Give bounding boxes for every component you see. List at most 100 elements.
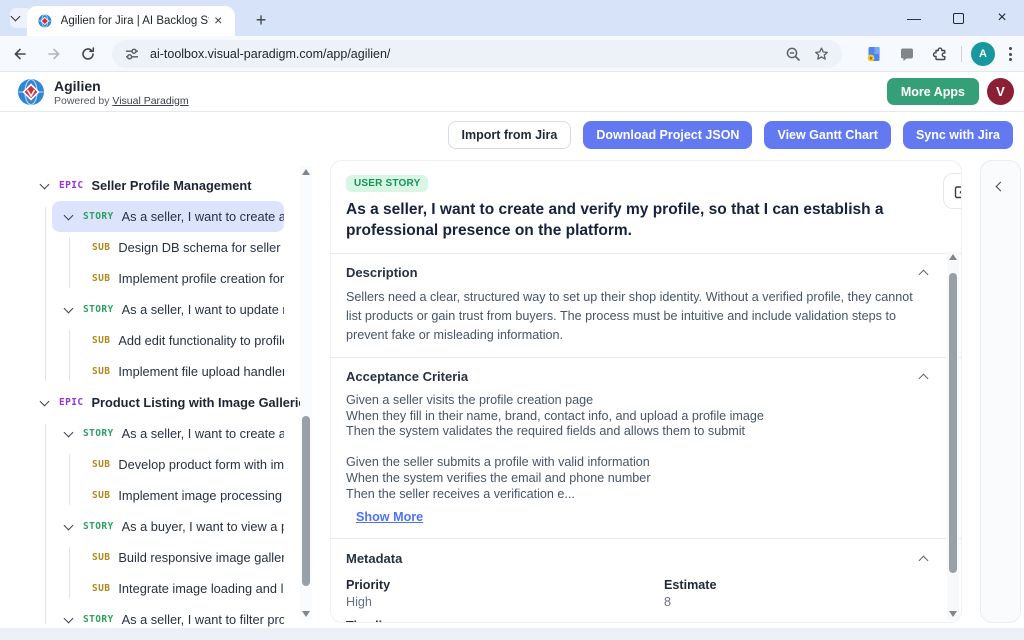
window-minimize-button[interactable]: — <box>892 0 936 36</box>
reload-button[interactable] <box>74 40 102 68</box>
chevron-down-icon[interactable] <box>64 210 74 220</box>
collapsed-side-panel[interactable] <box>980 160 1021 623</box>
browser-tab[interactable]: Agilien for Jira | AI Backlog Stru × <box>27 6 235 36</box>
tree-item-sub[interactable]: SUB Build responsive image gallery co... <box>52 542 284 573</box>
tree-item-story[interactable]: STORYAs a seller, I want to filter produ… <box>52 604 284 628</box>
tab-close-icon[interactable]: × <box>209 12 227 30</box>
edit-pencil-icon <box>953 183 963 200</box>
acceptance-line: When the system verifies the email and p… <box>346 471 927 487</box>
address-bar[interactable]: ai-toolbox.visual-paradigm.com/app/agili… <box>112 40 842 68</box>
new-tab-button[interactable]: + <box>248 7 274 33</box>
download-project-json-button[interactable]: Download Project JSON <box>583 121 752 149</box>
chevron-down-icon[interactable] <box>64 427 74 437</box>
description-body: Sellers need a clear, structured way to … <box>346 288 927 345</box>
acceptance-lines: Given a seller visits the profile creati… <box>346 393 927 502</box>
tree-item-sub[interactable]: SUBImplement profile creation form ... <box>52 263 284 294</box>
tree-item-epic[interactable]: EPIC Product Listing with Image Galleries <box>20 387 312 418</box>
tree-item-sub[interactable]: SUBDesign DB schema for seller pro... <box>52 232 284 263</box>
bookmark-star-icon[interactable] <box>810 43 832 65</box>
tree-item-sub[interactable]: SUBAdd edit functionality to profile ... <box>52 325 284 356</box>
priority-value: High <box>346 595 664 609</box>
story-type-badge: STORY <box>83 521 114 532</box>
scrollbar-thumb[interactable] <box>302 416 310 586</box>
browser-window: Agilien for Jira | AI Backlog Stru × + —… <box>0 0 1024 640</box>
scroll-down-icon[interactable] <box>949 611 957 617</box>
url-text[interactable]: ai-toolbox.visual-paradigm.com/app/agili… <box>150 47 776 61</box>
story-type-badge: STORY <box>83 304 114 315</box>
tree-item-sub[interactable]: SUBDevelop product form with imag... <box>52 449 284 480</box>
powered-by-prefix: Powered by <box>54 95 112 107</box>
tree-item-label: Implement image processing pip... <box>118 488 284 503</box>
collapse-metadata-icon[interactable] <box>919 556 929 566</box>
extensions-puzzle-icon[interactable] <box>927 41 953 67</box>
detail-scrollbar[interactable] <box>947 251 959 620</box>
visual-paradigm-link[interactable]: Visual Paradigm <box>112 95 188 107</box>
tree-scrollbar[interactable] <box>300 166 312 620</box>
sync-with-jira-button[interactable]: Sync with Jira <box>903 121 1013 149</box>
tree-item-label: Develop product form with imag... <box>118 457 284 472</box>
priority-label: Priority <box>346 578 664 592</box>
browser-profile-avatar[interactable]: A <box>971 42 995 66</box>
story-type-badge: STORY <box>83 211 114 222</box>
tree-item-sub[interactable]: SUBImplement image processing pip... <box>52 480 284 511</box>
tree-item-label: As a buyer, I want to view a pro... <box>122 519 284 534</box>
tree-item-sub[interactable]: SUBImplement file upload handler fo... <box>52 356 284 387</box>
show-more-link[interactable]: Show More <box>356 510 423 524</box>
user-avatar[interactable]: V <box>987 78 1014 105</box>
sub-type-badge: SUB <box>92 335 110 346</box>
collapse-acceptance-icon[interactable] <box>919 374 929 384</box>
chevron-down-icon[interactable] <box>64 303 74 313</box>
tree-item-label: As a seller, I want to create a pr... <box>122 426 284 441</box>
toolbar-divider <box>961 46 962 62</box>
acceptance-line: Then the seller receives a verification … <box>346 487 927 503</box>
window-close-button[interactable]: × <box>980 0 1024 36</box>
gray-extension-icon[interactable] <box>894 41 920 67</box>
view-gantt-chart-button[interactable]: View Gantt Chart <box>764 121 890 149</box>
scroll-up-icon[interactable] <box>949 254 957 260</box>
tree-item-label: Seller Profile Management <box>91 178 251 193</box>
epic-type-badge: EPIC <box>59 180 83 191</box>
forward-button[interactable] <box>40 40 68 68</box>
window-maximize-button[interactable] <box>936 0 980 36</box>
chevron-down-icon[interactable] <box>40 396 50 406</box>
indent-guide <box>45 424 46 624</box>
browser-menu-icon[interactable] <box>1005 43 1016 65</box>
story-type-badge: STORY <box>83 428 114 439</box>
edit-button[interactable] <box>943 173 962 209</box>
tree-item-story[interactable]: STORY As a buyer, I want to view a pro... <box>52 511 284 542</box>
scroll-up-icon[interactable] <box>302 169 310 175</box>
browser-navbar: ai-toolbox.visual-paradigm.com/app/agili… <box>0 36 1024 72</box>
site-settings-icon[interactable] <box>124 46 140 62</box>
sub-type-badge: SUB <box>92 583 110 594</box>
visual-paradigm-logo <box>16 77 46 107</box>
password-manager-extension-icon[interactable]: ★ <box>861 41 887 67</box>
zoom-out-icon[interactable] <box>782 43 804 65</box>
back-button[interactable] <box>6 40 34 68</box>
tree-item-story[interactable]: STORY As a seller, I want to create a pr.… <box>52 418 284 449</box>
scroll-down-icon[interactable] <box>302 611 310 617</box>
user-story-badge: USER STORY <box>346 175 428 192</box>
chevron-left-icon <box>996 182 1006 192</box>
tree-item-sub[interactable]: SUBIntegrate image loading and lazy... <box>52 573 284 604</box>
sub-type-badge: SUB <box>92 552 110 563</box>
tree-item-label: Build responsive image gallery co... <box>118 550 284 565</box>
chevron-down-icon[interactable] <box>64 520 74 530</box>
more-apps-button[interactable]: More Apps <box>887 78 979 105</box>
description-heading: Description <box>346 265 418 280</box>
import-from-jira-button[interactable]: Import from Jira <box>448 121 572 149</box>
tree-item-epic[interactable]: EPIC Seller Profile Management <box>20 170 312 201</box>
acceptance-criteria-heading: Acceptance Criteria <box>346 369 468 384</box>
tree-item-story[interactable]: STORYAs a seller, I want to create and .… <box>52 201 284 232</box>
scrollbar-thumb[interactable] <box>949 273 957 573</box>
tree-item-story[interactable]: STORYAs a seller, I want to update my... <box>52 294 284 325</box>
chevron-down-icon[interactable] <box>64 613 74 623</box>
toolbar-actions: Import from Jira Download Project JSON V… <box>448 121 1014 149</box>
chevron-down-icon[interactable] <box>40 179 50 189</box>
epic-type-badge: EPIC <box>59 397 83 408</box>
story-detail-panel: USER STORY As a seller, I want to create… <box>330 160 962 623</box>
tab-title: Agilien for Jira | AI Backlog Stru <box>61 15 210 27</box>
tree-item-label: Product Listing with Image Galleries <box>91 395 312 410</box>
collapse-description-icon[interactable] <box>919 270 929 280</box>
app-name: Agilien <box>54 78 189 94</box>
forward-arrow-icon <box>46 46 62 62</box>
